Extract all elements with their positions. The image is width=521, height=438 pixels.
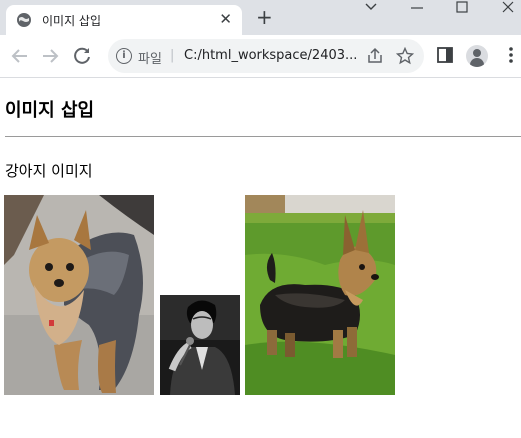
- profile-icon[interactable]: [466, 45, 488, 67]
- avatar-head: [473, 49, 481, 57]
- url-scheme-label: 파일: [138, 52, 162, 67]
- url-text[interactable]: C:/html_workspace/2403...: [184, 48, 357, 63]
- horizontal-rule: [5, 136, 521, 137]
- address-bar[interactable]: i 파일 | C:/html_workspace/2403...: [108, 39, 424, 73]
- tab-title: 이미지 삽입: [42, 14, 102, 28]
- side-panel-icon[interactable]: [434, 44, 456, 66]
- avatar-shoulders: [470, 58, 484, 67]
- dog-image-2: [245, 195, 395, 395]
- minimize-icon[interactable]: [410, 2, 424, 14]
- url-separator: |: [170, 48, 175, 63]
- forward-arrow-icon[interactable]: [38, 44, 62, 68]
- share-icon[interactable]: [366, 47, 384, 65]
- browser-toolbar: i 파일 | C:/html_workspace/2403...: [0, 35, 521, 78]
- window-close-icon[interactable]: [502, 1, 514, 13]
- maximize-icon[interactable]: [456, 1, 468, 13]
- page-content: 이미지 삽입 강아지 이미지: [0, 78, 521, 438]
- plus-icon[interactable]: +: [256, 5, 273, 29]
- back-arrow-icon[interactable]: [8, 44, 32, 68]
- reload-icon[interactable]: [70, 44, 94, 68]
- dog-image-1: [4, 195, 154, 395]
- kebab-menu-icon[interactable]: [500, 44, 521, 66]
- image-caption: 강아지 이미지: [5, 162, 93, 180]
- singer-image: [160, 295, 240, 395]
- browser-tab[interactable]: 이미지 삽입 ✕: [6, 5, 242, 35]
- close-icon[interactable]: ✕: [219, 10, 232, 28]
- chevron-down-icon[interactable]: [364, 2, 378, 12]
- tab-strip: 이미지 삽입 ✕ +: [0, 0, 521, 35]
- star-icon[interactable]: [396, 47, 414, 65]
- info-icon[interactable]: i: [116, 48, 132, 64]
- globe-icon: [17, 13, 31, 27]
- page-heading: 이미지 삽입: [5, 100, 95, 121]
